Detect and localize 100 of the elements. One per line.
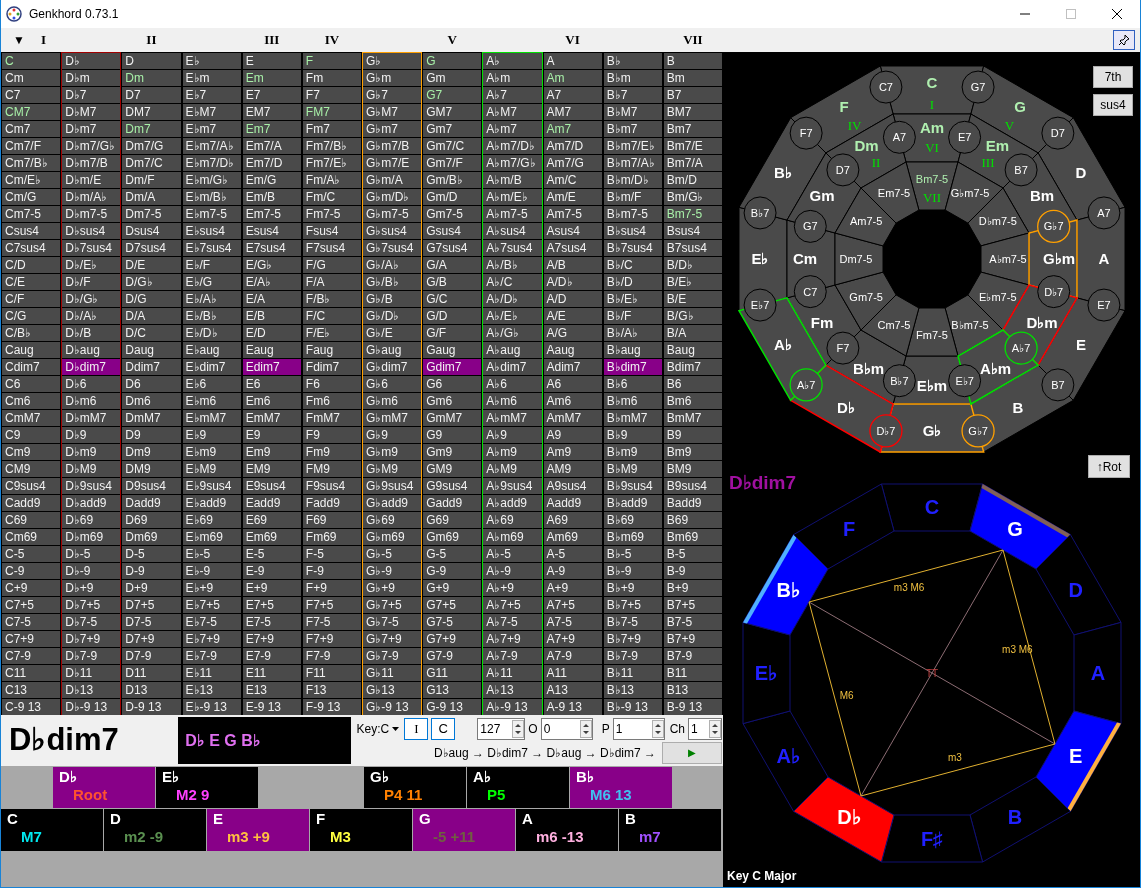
chord-cell[interactable]: Badd9 [663,495,722,511]
chord-cell[interactable]: Fm7 [302,121,361,137]
chord-cell[interactable]: A♭m7/G♭ [483,155,542,171]
chord-cell[interactable]: E♭-5 [182,546,241,562]
chord-cell[interactable]: Em/B [242,189,301,205]
note-key[interactable]: G -5 +11 [413,809,515,851]
sus4-button[interactable]: sus4 [1093,94,1133,116]
velocity-field[interactable]: 127 [477,717,526,740]
chord-cell[interactable]: G/D [423,308,482,324]
chord-cell[interactable]: D7-9 [122,648,181,664]
chord-cell[interactable]: Bsus4 [663,223,722,239]
chord-cell[interactable]: E♭ [182,53,241,69]
note-key[interactable]: E m3 +9 [207,809,309,851]
chord-cell[interactable]: A♭sus4 [483,223,542,239]
chord-cell[interactable]: Caug [2,342,61,358]
note-key[interactable]: A♭ P5 [467,767,569,808]
chord-cell[interactable]: A♭mM7 [483,410,542,426]
chord-cell[interactable]: B♭m/D♭ [603,172,662,188]
chord-cell[interactable]: F/B♭ [302,291,361,307]
chord-cell[interactable]: A♭m9 [483,444,542,460]
chord-cell[interactable]: A♭add9 [483,495,542,511]
chord-cell[interactable]: Cm6 [2,393,61,409]
chord-cell[interactable]: D [122,53,181,69]
chord-cell[interactable]: Fm/A♭ [302,172,361,188]
chord-cell[interactable]: E♭7sus4 [182,240,241,256]
chord-cell[interactable]: Eaug [242,342,301,358]
chord-cell[interactable]: E7 [242,87,301,103]
chord-cell[interactable]: E♭/D♭ [182,325,241,341]
chord-cell[interactable]: Dm7/G [122,138,181,154]
chord-cell[interactable]: B/A [663,325,722,341]
chord-cell[interactable]: CmM7 [2,410,61,426]
chord-cell[interactable]: C-9 13 [2,699,61,715]
chord-cell[interactable]: B♭m69 [603,529,662,545]
chord-cell[interactable]: E♭/G [182,274,241,290]
program-field[interactable]: 1 [612,717,665,740]
chord-cell[interactable]: A-9 [543,563,602,579]
chord-cell[interactable]: A♭m7/D♭ [483,138,542,154]
chord-cell[interactable]: Csus4 [2,223,61,239]
chord-circle[interactable]: B♭7 [882,364,916,398]
chord-cell[interactable]: D6 [122,376,181,392]
chord-cell[interactable]: Am7/G [543,155,602,171]
note-key[interactable]: A m6 -13 [516,809,618,851]
chord-cell[interactable]: E♭m/G♭ [182,172,241,188]
chord-cell[interactable]: G♭7sus4 [363,240,422,256]
note-key[interactable]: D m2 -9 [104,809,206,851]
chord-cell[interactable]: E♭-9 [182,563,241,579]
chord-cell[interactable]: AmM7 [543,410,602,426]
chord-cell[interactable]: Em7/D [242,155,301,171]
chord-cell[interactable]: A♭m7 [483,121,542,137]
chord-cell[interactable]: Em6 [242,393,301,409]
chord-cell[interactable]: Bm69 [663,529,722,545]
chord-cell[interactable]: G♭-9 13 [363,699,422,715]
chord-cell[interactable]: Dsus4 [122,223,181,239]
chord-cell[interactable]: D♭6 [62,376,121,392]
chord-cell[interactable]: B♭mM7 [603,410,662,426]
chord-cell[interactable]: FmM7 [302,410,361,426]
chord-circle[interactable]: D7 [826,153,860,187]
chord-cell[interactable]: G7+5 [423,597,482,613]
chord-cell[interactable]: F6 [302,376,361,392]
chord-cell[interactable]: Dm/F [122,172,181,188]
chord-cell[interactable]: Em [242,70,301,86]
chord-cell[interactable]: A♭m [483,70,542,86]
chord-cell[interactable]: B♭M7 [603,104,662,120]
chord-cell[interactable]: E♭M7 [182,104,241,120]
chord-cell[interactable]: B♭9sus4 [603,478,662,494]
chord-cell[interactable]: G♭M9 [363,461,422,477]
chord-cell[interactable]: E7-9 [242,648,301,664]
chord-cell[interactable]: B♭7-5 [603,614,662,630]
chord-cell[interactable]: G♭-9 [363,563,422,579]
chord-cell[interactable]: B♭-9 [603,563,662,579]
chord-cell[interactable]: E♭aug [182,342,241,358]
chord-cell[interactable]: Aaug [543,342,602,358]
chord-cell[interactable]: A♭7 [483,87,542,103]
chord-circle[interactable]: D♭7 [869,414,903,448]
chord-cell[interactable]: B♭13 [603,682,662,698]
chord-cell[interactable]: G♭69 [363,512,422,528]
chord-circle[interactable]: F7 [789,116,823,150]
chord-cell[interactable]: Asus4 [543,223,602,239]
chord-cell[interactable]: Am/C [543,172,602,188]
chord-cell[interactable]: G♭7-9 [363,648,422,664]
chord-cell[interactable]: E6 [242,376,301,392]
chord-cell[interactable]: B6 [663,376,722,392]
octave-field[interactable]: 0 [540,717,593,740]
chord-cell[interactable]: Fadd9 [302,495,361,511]
chord-cell[interactable]: C7sus4 [2,240,61,256]
chord-cell[interactable]: D♭7-9 [62,648,121,664]
chord-cell[interactable]: A9sus4 [543,478,602,494]
chord-cell[interactable]: D♭7sus4 [62,240,121,256]
chord-cell[interactable]: E♭M9 [182,461,241,477]
chord-cell[interactable]: A7 [543,87,602,103]
chord-cell[interactable]: G♭11 [363,665,422,681]
chord-cell[interactable]: E/D [242,325,301,341]
chord-cell[interactable]: F7+5 [302,597,361,613]
chord-cell[interactable]: D♭ [62,53,121,69]
chord-cell[interactable]: Cm/G [2,189,61,205]
chord-cell[interactable]: E♭7+9 [182,631,241,647]
chord-cell[interactable]: C7+9 [2,631,61,647]
chord-cell[interactable]: D♭m69 [62,529,121,545]
chord-cell[interactable]: Cm69 [2,529,61,545]
chord-cell[interactable]: B11 [663,665,722,681]
